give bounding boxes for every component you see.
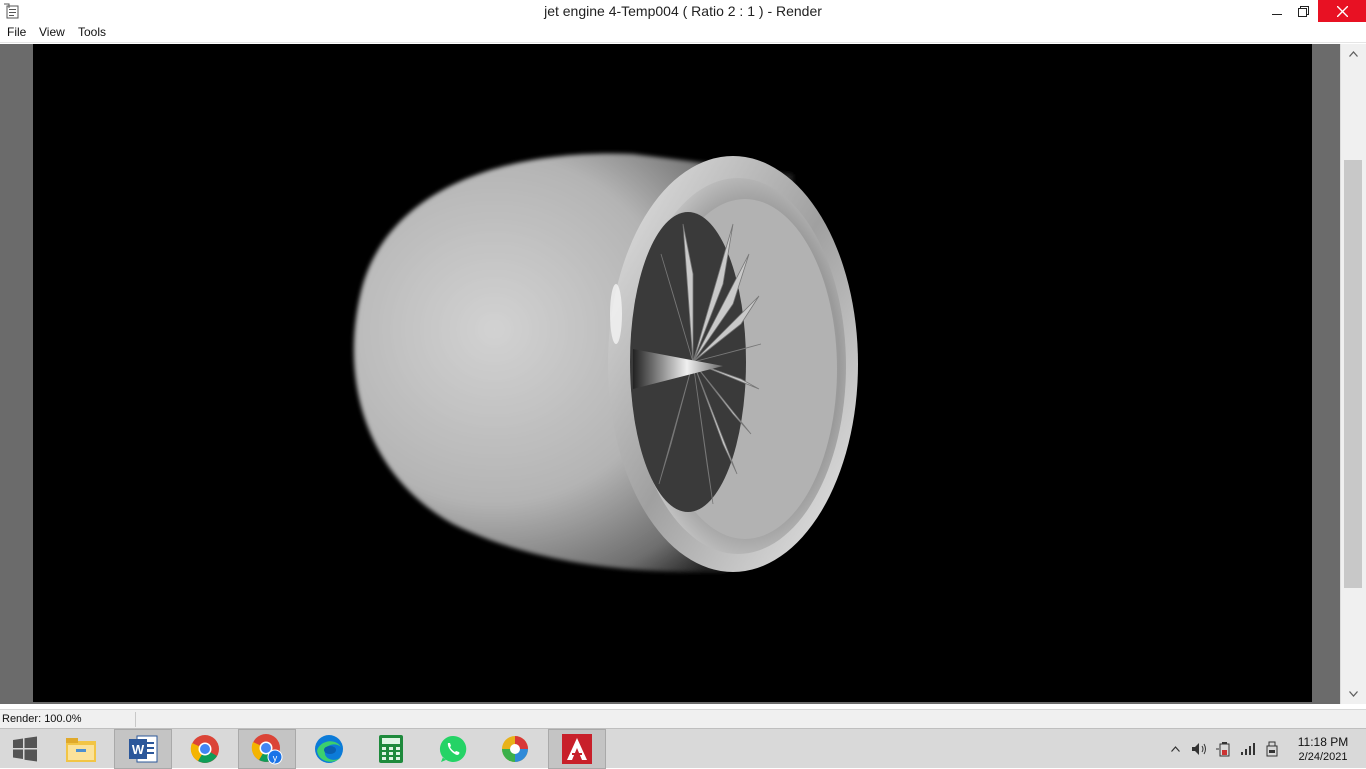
menu-tools[interactable]: Tools — [78, 25, 106, 39]
minimize-icon — [1272, 14, 1282, 15]
chrome-icon — [190, 735, 219, 763]
whatsapp-icon — [439, 735, 467, 762]
file-explorer-icon — [66, 738, 96, 762]
chrome-profile-icon: y — [251, 734, 283, 765]
vertical-scrollbar[interactable] — [1340, 44, 1366, 704]
power-icon — [1216, 742, 1230, 757]
taskbar-calculator[interactable] — [362, 729, 420, 769]
chevron-up-icon — [1170, 746, 1180, 752]
edge-icon — [315, 735, 343, 763]
calculator-icon — [379, 735, 403, 763]
taskbar-color-app[interactable] — [486, 729, 544, 769]
power-button[interactable] — [1213, 729, 1235, 769]
status-divider — [135, 712, 136, 727]
scroll-down-button[interactable] — [1341, 684, 1366, 704]
chevron-down-icon — [1349, 691, 1358, 697]
device-button[interactable] — [1262, 729, 1282, 769]
jet-engine-render — [353, 153, 858, 573]
color-app-icon — [502, 736, 528, 762]
chevron-up-icon — [1349, 51, 1358, 57]
taskbar-whatsapp[interactable] — [424, 729, 482, 769]
minimize-button[interactable] — [1264, 0, 1290, 22]
start-button[interactable] — [0, 729, 50, 769]
svg-text:W: W — [132, 742, 145, 757]
status-bar: Render: 100.0% — [0, 709, 1366, 728]
title-bar: jet engine 4-Temp004 ( Ratio 2 : 1 ) - R… — [0, 0, 1366, 23]
render-viewport — [0, 44, 1340, 704]
scroll-up-button[interactable] — [1341, 44, 1366, 64]
close-icon — [1336, 5, 1348, 17]
taskbar-file-explorer[interactable] — [52, 729, 110, 769]
show-hidden-icons-button[interactable] — [1167, 729, 1183, 769]
restore-icon — [1297, 5, 1309, 17]
menu-view[interactable]: View — [39, 25, 65, 39]
taskbar: W y 11:18 PM 2/24/2021 — [0, 728, 1366, 769]
menu-file[interactable]: File — [7, 25, 26, 39]
device-icon — [1266, 741, 1278, 757]
clock-time[interactable]: 11:18 PM — [1293, 735, 1353, 749]
taskbar-chrome-profile[interactable]: y — [238, 729, 296, 769]
windows-logo-icon — [13, 736, 37, 762]
volume-button[interactable] — [1190, 729, 1210, 769]
clock-date[interactable]: 2/24/2021 — [1293, 751, 1353, 763]
svg-text:y: y — [273, 753, 278, 763]
render-canvas — [33, 44, 1312, 702]
render-status-text: Render: 100.0% — [2, 713, 82, 725]
taskbar-autocad[interactable] — [548, 729, 606, 769]
window-title: jet engine 4-Temp004 ( Ratio 2 : 1 ) - R… — [544, 3, 822, 19]
restore-button[interactable] — [1290, 0, 1316, 22]
network-icon — [1241, 743, 1255, 755]
menu-bar: File View Tools — [0, 23, 1366, 43]
volume-icon — [1192, 743, 1206, 755]
word-icon: W — [129, 735, 158, 763]
autocad-icon — [562, 734, 592, 764]
taskbar-edge[interactable] — [300, 729, 358, 769]
taskbar-word[interactable]: W — [114, 729, 172, 769]
taskbar-chrome[interactable] — [176, 729, 234, 769]
network-button[interactable] — [1238, 729, 1258, 769]
close-button[interactable] — [1318, 0, 1366, 22]
scroll-thumb[interactable] — [1344, 160, 1362, 588]
